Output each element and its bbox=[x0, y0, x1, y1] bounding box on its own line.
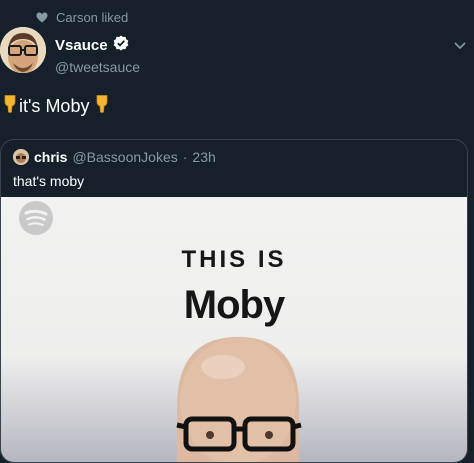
author-handle[interactable]: @tweetsauce bbox=[55, 59, 140, 75]
quote-tweet-card[interactable]: chris @BassoonJokes · 23h that's moby TH… bbox=[0, 139, 468, 463]
heart-icon bbox=[36, 12, 48, 23]
moby-photo bbox=[176, 337, 302, 462]
pointing-down-emoji-icon bbox=[95, 95, 109, 118]
quote-timestamp[interactable]: 23h bbox=[192, 149, 215, 165]
quote-author-handle[interactable]: @BassoonJokes bbox=[72, 149, 177, 165]
social-context: Carson liked bbox=[36, 10, 128, 25]
verified-badge-icon bbox=[113, 35, 129, 56]
tweet-body: it's Moby bbox=[19, 96, 90, 116]
quote-author-name[interactable]: chris bbox=[34, 149, 67, 165]
quote-avatar[interactable] bbox=[13, 149, 29, 165]
quote-media-image[interactable]: THIS IS Moby bbox=[1, 197, 467, 462]
tweet-text: it's Moby bbox=[3, 95, 109, 118]
social-context-text[interactable]: Carson liked bbox=[56, 10, 128, 25]
quote-header: chris @BassoonJokes · 23h bbox=[13, 149, 216, 165]
quote-separator: · bbox=[182, 149, 188, 165]
avatar[interactable] bbox=[0, 27, 46, 73]
chevron-down-icon[interactable] bbox=[454, 37, 466, 55]
quote-text: that's moby bbox=[13, 173, 85, 189]
pointing-down-emoji-icon bbox=[3, 95, 17, 118]
author-display-name[interactable]: Vsauce bbox=[55, 37, 108, 54]
tweet-author: Vsauce @tweetsauce bbox=[55, 35, 140, 75]
